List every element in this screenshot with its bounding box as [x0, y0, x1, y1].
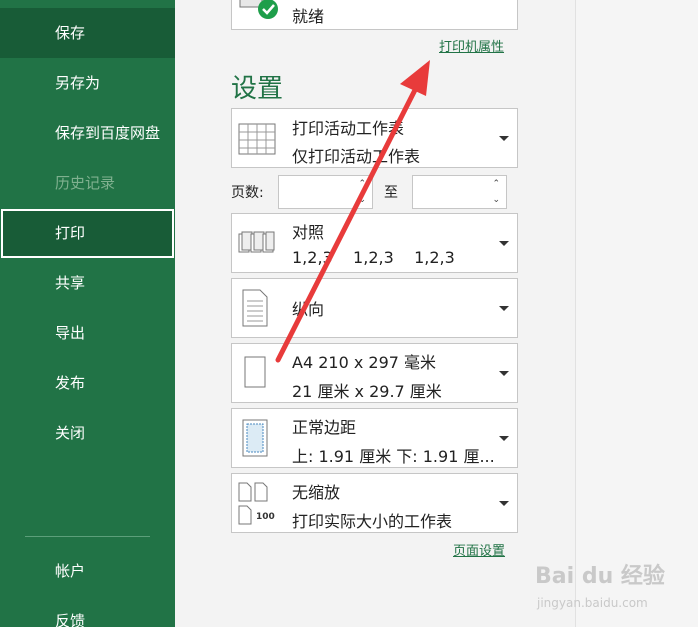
- baidu-watermark: Bai du 经验: [535, 564, 665, 589]
- baidu-watermark-url: jingyan.baidu.com: [537, 596, 648, 610]
- annotation-arrow: [275, 60, 430, 363]
